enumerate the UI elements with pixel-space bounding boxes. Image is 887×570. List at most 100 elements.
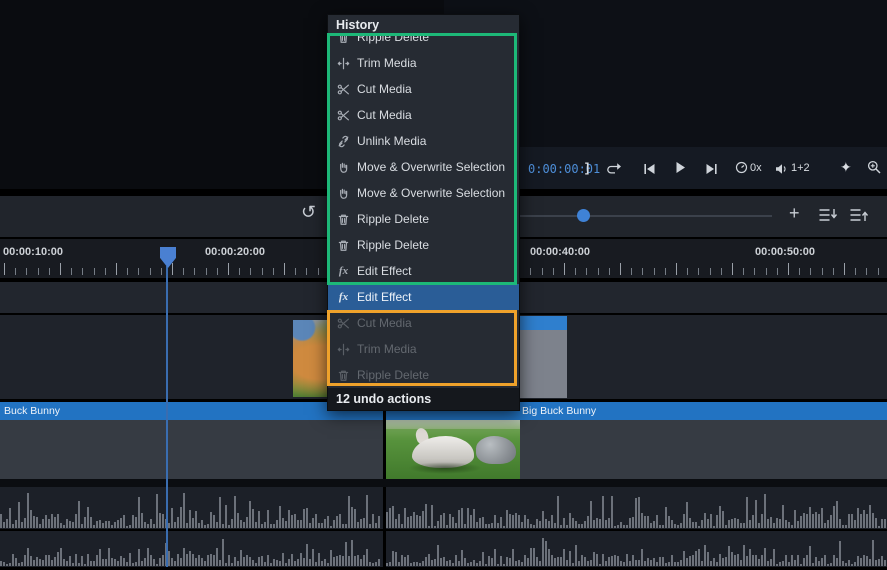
speaker-icon[interactable] [775, 162, 788, 180]
trash-icon [337, 213, 350, 226]
ruler-tick [26, 268, 27, 275]
add-track-icon[interactable] [818, 207, 838, 228]
ruler-tick [878, 268, 879, 275]
clip-body-big-buck-bunny[interactable] [386, 420, 887, 479]
ruler-tick [127, 268, 128, 275]
history-item-trim-media[interactable]: Trim Media [328, 336, 519, 362]
remove-track-icon[interactable] [849, 207, 869, 228]
audio-clip-right[interactable] [386, 531, 887, 567]
loop-play-icon[interactable] [606, 162, 624, 180]
ruler-tick [262, 268, 263, 275]
ruler-tick [698, 268, 699, 275]
undo-history-icon[interactable]: ↺ [301, 202, 316, 223]
ruler-tick [732, 263, 733, 275]
play-icon[interactable] [675, 161, 686, 179]
ruler-tick [217, 268, 218, 275]
history-item-ripple-delete[interactable]: Ripple Delete [328, 232, 519, 258]
thumbnail-sky [386, 420, 520, 429]
ruler-tick [284, 263, 285, 275]
fx-icon: fx [337, 265, 350, 278]
ruler-tick [71, 268, 72, 275]
effects-sparkle-icon[interactable]: ✦ [840, 159, 852, 176]
history-item-cut-media[interactable]: Cut Media [328, 76, 519, 102]
audio-clip-left[interactable] [0, 531, 383, 567]
history-item-label: Cut Media [357, 316, 412, 330]
ruler-tick [810, 268, 811, 275]
history-item-cut-media[interactable]: Cut Media [328, 310, 519, 336]
ruler-tick [542, 268, 543, 275]
history-item-label: Trim Media [357, 342, 417, 356]
history-item-edit-effect[interactable]: fxEdit Effect [328, 284, 519, 310]
history-item-cut-media[interactable]: Cut Media [328, 102, 519, 128]
history-item-label: Cut Media [357, 108, 412, 122]
mark-out-bracket: ] [585, 160, 589, 175]
history-item-ripple-delete[interactable]: Ripple Delete [328, 362, 519, 388]
trash-icon [337, 369, 350, 382]
ruler-tick [766, 268, 767, 275]
ruler-tick [687, 268, 688, 275]
history-item-label: Trim Media [357, 56, 417, 70]
history-item-unlink-media[interactable]: Unlink Media [328, 128, 519, 154]
audio-clip-left[interactable] [0, 487, 383, 529]
history-item-label: Move & Overwrite Selection [357, 186, 505, 200]
history-item-ripple-delete[interactable]: Ripple Delete [328, 206, 519, 232]
trash-icon [337, 239, 350, 252]
ruler-tick [318, 268, 319, 275]
ruler-tick [194, 268, 195, 275]
trim-icon [337, 343, 350, 356]
history-item-edit-effect[interactable]: fxEdit Effect [328, 258, 519, 284]
history-item-move-overwrite-selection[interactable]: Move & Overwrite Selection [328, 180, 519, 206]
move-icon [337, 161, 350, 174]
ruler-timecode-label: 00:00:20:00 [205, 246, 265, 258]
clip-header-buck-bunny[interactable]: Buck Bunny [0, 402, 383, 420]
audio-track-2 [0, 531, 887, 567]
ruler-tick [665, 268, 666, 275]
ruler-tick [38, 268, 39, 275]
ruler-tick [866, 268, 867, 275]
unlink-icon [337, 135, 350, 148]
playback-speed-icon[interactable] [735, 161, 748, 179]
waveform [386, 486, 887, 528]
ruler-tick [654, 268, 655, 275]
ruler-tick [60, 263, 61, 275]
ruler-tick [15, 268, 16, 275]
ruler-tick [49, 268, 50, 275]
history-item-label: Ripple Delete [357, 212, 429, 226]
ruler-tick [609, 268, 610, 275]
history-item-ripple-delete[interactable]: Ripple Delete [328, 36, 519, 50]
next-frame-icon[interactable] [705, 162, 718, 180]
add-button[interactable]: + [789, 203, 800, 224]
ruler-tick [161, 268, 162, 275]
ruler-tick [553, 268, 554, 275]
ruler-tick [822, 268, 823, 275]
scissors-icon [337, 83, 350, 96]
ruler-tick [754, 268, 755, 275]
ruler-tick [777, 268, 778, 275]
waveform [0, 530, 383, 566]
audio-clip-right[interactable] [386, 487, 887, 529]
ruler-tick [94, 268, 95, 275]
history-item-trim-media[interactable]: Trim Media [328, 50, 519, 76]
ruler-tick [172, 263, 173, 275]
history-item-move-overwrite-selection[interactable]: Move & Overwrite Selection [328, 154, 519, 180]
ruler-tick [138, 268, 139, 275]
ruler-tick [799, 268, 800, 275]
ruler-tick [105, 268, 106, 275]
bunny-thumbnail [386, 420, 520, 479]
waveform [0, 486, 383, 528]
audio-track-1 [0, 487, 887, 529]
clip-label: Big Buck Bunny [522, 402, 596, 420]
history-popup: History Ripple DeleteTrim MediaCut Media… [327, 14, 520, 411]
zoom-slider-handle[interactable] [577, 209, 590, 222]
zoom-icon[interactable] [867, 160, 881, 179]
ruler-tick [82, 268, 83, 275]
previous-frame-icon[interactable] [643, 162, 656, 180]
ruler-tick [228, 263, 229, 275]
history-item-label: Edit Effect [357, 290, 411, 304]
ruler-tick [4, 263, 5, 275]
ruler-tick [183, 268, 184, 275]
move-icon [337, 187, 350, 200]
ruler-tick [295, 268, 296, 275]
ruler-tick [844, 263, 845, 275]
clip-body-buck-bunny[interactable] [0, 420, 383, 479]
